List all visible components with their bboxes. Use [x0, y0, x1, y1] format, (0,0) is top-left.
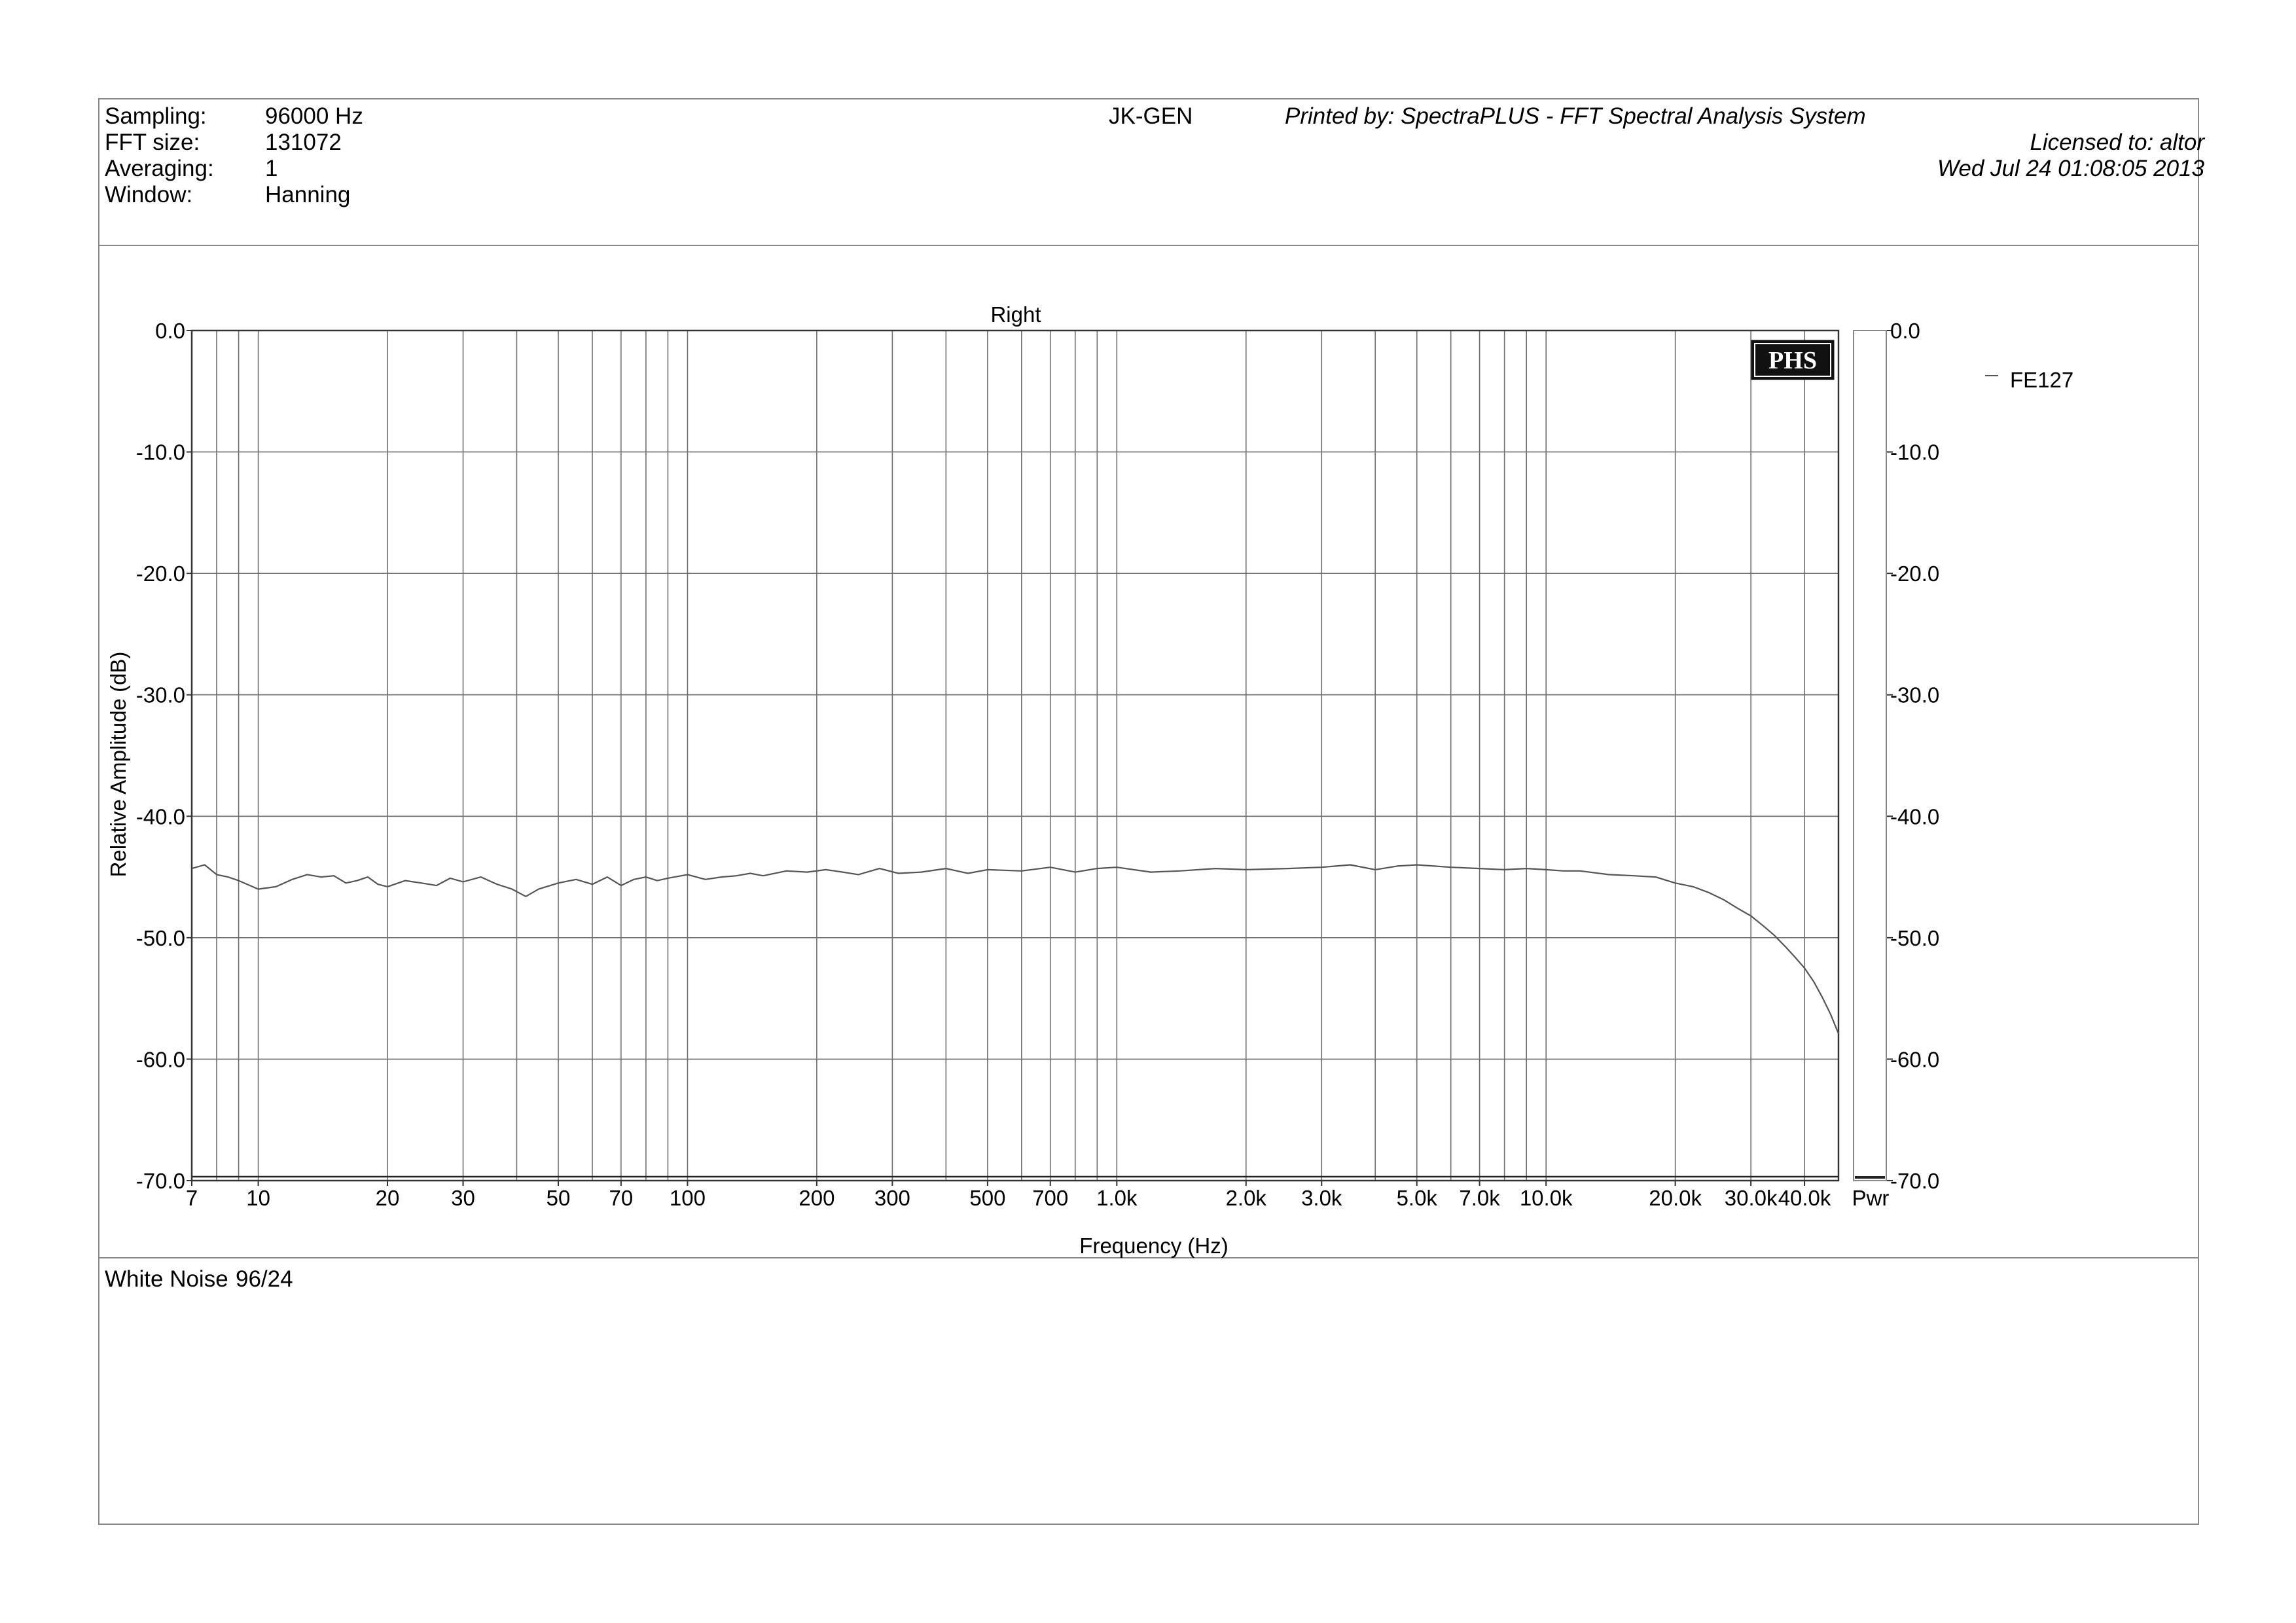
plot-area-border: [190, 329, 1840, 1182]
x-tick-label: 30: [451, 1186, 475, 1210]
x-tick-label: 50: [547, 1186, 571, 1210]
x-tick-label: 10.0k: [1520, 1186, 1573, 1210]
x-tick-label: 70: [609, 1186, 634, 1210]
x-tick-label: 7: [186, 1186, 198, 1210]
y-tick-label-right: -40.0: [1890, 804, 1939, 829]
y-tick-label-left: -40.0: [136, 804, 185, 829]
y-tick-label-left: -70.0: [136, 1169, 185, 1193]
x-tick-label: 30.0k: [1725, 1186, 1778, 1210]
phs-logo: PHS: [1751, 340, 1835, 380]
chart-title: Right: [990, 302, 1041, 327]
y-tick-label-left: 0.0: [155, 319, 185, 343]
y-tick-label-right: -30.0: [1890, 683, 1939, 707]
y-tick-label-right: -20.0: [1890, 562, 1939, 586]
x-tick-label: 3.0k: [1301, 1186, 1342, 1210]
series-line-fe127: [191, 864, 1840, 1034]
y-tick-label-left: -20.0: [136, 562, 185, 586]
legend: FE127: [1985, 368, 2073, 392]
y-tick-label-right: -10.0: [1890, 440, 1939, 465]
x-tick-label: 2.0k: [1226, 1186, 1267, 1210]
grid: [192, 330, 1839, 1181]
legend-label-fe127: FE127: [2010, 368, 2073, 392]
x-tick-label: 1.0k: [1096, 1186, 1138, 1210]
x-tick-label: 20.0k: [1649, 1186, 1702, 1210]
x-tick-label: 500: [969, 1186, 1005, 1210]
series-layer: [191, 864, 1840, 1034]
y-tick-label-right: 0.0: [1890, 319, 1920, 343]
y-tick-label-left: -10.0: [136, 440, 185, 465]
y-tick-label-left: -30.0: [136, 683, 185, 707]
pwr-label: Pwr: [1852, 1186, 1890, 1210]
x-axis-label: Frequency (Hz): [1079, 1234, 1228, 1258]
x-tick-label: 20: [376, 1186, 400, 1210]
y-tick-label-right: -50.0: [1890, 926, 1939, 950]
y-tick-label-right: -60.0: [1890, 1047, 1939, 1071]
spectrum-chart: Right Frequency (Hz) Relative Amplitude …: [106, 302, 2073, 1258]
x-tick-label: 300: [874, 1186, 910, 1210]
y-tick-label-left: -50.0: [136, 926, 185, 950]
y-axis-label: Relative Amplitude (dB): [106, 652, 130, 878]
y-tick-label-right: -70.0: [1890, 1169, 1939, 1193]
x-tick-label: 40.0k: [1778, 1186, 1831, 1210]
x-tick-label: 700: [1032, 1186, 1068, 1210]
x-tick-label: 10: [246, 1186, 270, 1210]
x-tick-label: 100: [670, 1186, 706, 1210]
phs-logo-text: PHS: [1768, 347, 1817, 374]
power-meter: [1853, 330, 1887, 1181]
x-tick-label: 5.0k: [1397, 1186, 1438, 1210]
y-tick-label-left: -60.0: [136, 1047, 185, 1071]
x-tick-label: 200: [798, 1186, 834, 1210]
x-tick-label: 7.0k: [1459, 1186, 1500, 1210]
